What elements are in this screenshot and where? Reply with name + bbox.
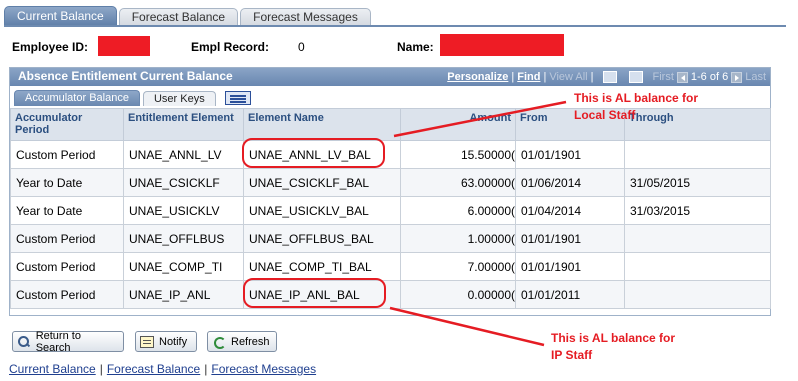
notify-button[interactable]: Notify (135, 331, 197, 352)
annotation-ip-staff-text: This is AL balance for IP Staff (551, 330, 675, 364)
footer-separator: | (204, 362, 208, 376)
arrow-line-ip-staff (389, 306, 545, 347)
return-to-search-button[interactable]: Return to Search (12, 329, 124, 354)
search-icon (17, 335, 31, 348)
annotation-local-line1: This is AL balance for (574, 91, 699, 105)
annotation-local-line2: Local Staff (574, 108, 636, 122)
return-to-search-label: Return to Search (35, 329, 81, 354)
arrow-line-local-staff (393, 100, 567, 138)
notify-label: Notify (159, 335, 188, 348)
refresh-label: Refresh (231, 335, 270, 348)
annotation-local-staff-text: This is AL balance for Local Staff (574, 90, 698, 124)
footer-link-current-balance[interactable]: Current Balance (9, 362, 96, 376)
refresh-icon (212, 336, 226, 349)
annotation-arrows (389, 100, 567, 347)
footer-link-forecast-balance[interactable]: Forecast Balance (107, 362, 200, 376)
annotation-ip-line1: This is AL balance for (551, 331, 676, 345)
footer-separator: | (99, 362, 103, 376)
notify-icon (140, 335, 154, 348)
footer-link-forecast-messages[interactable]: Forecast Messages (211, 362, 316, 376)
annotation-ip-line2: IP Staff (551, 348, 593, 362)
footer-links: Current Balance | Forecast Balance | Forecas… (9, 362, 316, 376)
refresh-button[interactable]: Refresh (207, 331, 277, 352)
